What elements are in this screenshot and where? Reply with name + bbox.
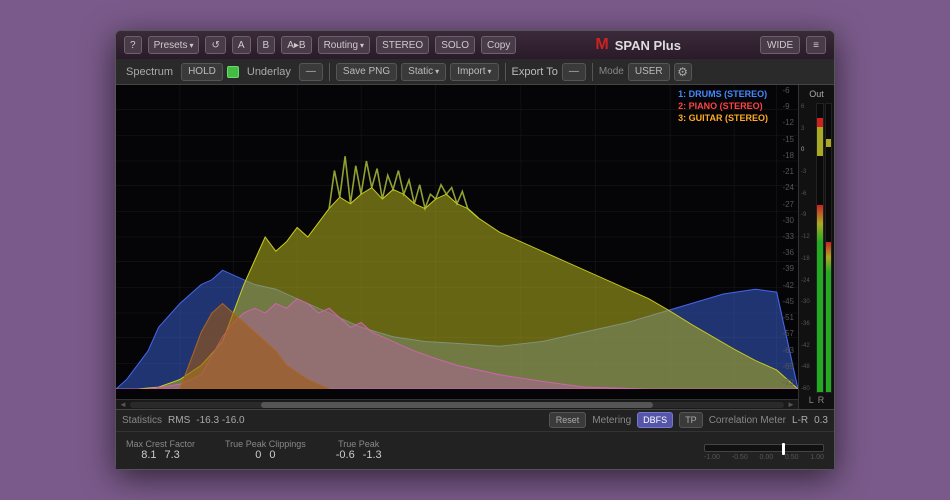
ab-button[interactable]: A▸B [281, 36, 311, 54]
reset-button[interactable]: Reset [549, 412, 587, 428]
copy-button[interactable]: Copy [481, 36, 516, 54]
scroll-thumb[interactable] [261, 402, 653, 408]
metering-label: Metering [592, 415, 631, 426]
dash-button[interactable]: — [299, 63, 323, 81]
spectrum-area[interactable]: 1: DRUMS (STEREO) 2: PIANO (STEREO) 3: G… [116, 85, 798, 409]
plugin-title: SPAN Plus [615, 38, 681, 53]
underlay-indicator[interactable] [227, 66, 239, 78]
wide-button[interactable]: WIDE [760, 36, 800, 54]
presets-button[interactable]: Presets ▾ [148, 36, 200, 54]
import-button[interactable]: Import ▾ [450, 63, 498, 81]
lr-labels: L R [809, 395, 825, 405]
bottom-bar: Statistics RMS -16.3 -16.0 Reset Meterin… [116, 409, 834, 469]
legend-item-piano: 2: PIANO (STEREO) [678, 101, 768, 111]
crest-v2: 7.3 [165, 449, 180, 461]
gear-button[interactable]: ⚙ [674, 63, 692, 81]
plugin-window: ? Presets ▾ ↺ A B A▸B Routing ▾ STEREO S… [115, 30, 835, 470]
mode-label: Mode [599, 66, 624, 77]
lr-label-bottom: L-R [792, 415, 808, 426]
refresh-button[interactable]: ↺ [205, 36, 225, 54]
true-peak-clippings-stat: True Peak Clippings 0 0 [225, 439, 306, 461]
out-meter: Out 6 3 0 -3 -6 -9 -12 -18 -24 -3 [798, 85, 834, 409]
spectrum-label: Spectrum [122, 66, 177, 78]
underlay-label: Underlay [243, 66, 295, 78]
hold-button[interactable]: HOLD [181, 63, 223, 81]
scroll-right-arrow[interactable]: ► [786, 401, 796, 409]
separator-2 [505, 63, 506, 81]
logo-icon: M [595, 36, 608, 54]
clip-v2: 0 [269, 449, 275, 461]
spectrum-toolbar: Spectrum HOLD Underlay — Save PNG Static… [116, 59, 834, 85]
separator-1 [329, 63, 330, 81]
clip-v1: 0 [255, 449, 261, 461]
legend-item-drums: 1: DRUMS (STEREO) [678, 89, 768, 99]
l-label: L [809, 395, 814, 405]
title-bar-left: ? Presets ▾ ↺ A B A▸B Routing ▾ STEREO S… [124, 36, 516, 54]
tp-button[interactable]: TP [679, 412, 703, 428]
a-button[interactable]: A [232, 36, 251, 54]
main-area: 1: DRUMS (STEREO) 2: PIANO (STEREO) 3: G… [116, 85, 834, 409]
correlation-meter: -1.00 -0.50 0.00 0.50 1.00 [704, 440, 824, 461]
solo-button[interactable]: SOLO [435, 36, 475, 54]
scrollbar-area[interactable]: ◄ ► [116, 399, 798, 409]
separator-3 [592, 63, 593, 81]
legend-item-guitar: 3: GUITAR (STEREO) [678, 113, 768, 123]
r-label: R [818, 395, 825, 405]
save-png-button[interactable]: Save PNG [336, 63, 397, 81]
corr-meter-bar [704, 444, 824, 452]
b-button[interactable]: B [257, 36, 276, 54]
help-button[interactable]: ? [124, 36, 142, 54]
static-button[interactable]: Static ▾ [401, 63, 446, 81]
export-dash-button[interactable]: — [562, 63, 586, 81]
menu-button[interactable]: ≡ [806, 36, 826, 54]
scroll-track[interactable] [130, 402, 784, 408]
out-label: Out [809, 89, 824, 99]
routing-button[interactable]: Routing ▾ [318, 36, 370, 54]
crest-factor-stat: Max Crest Factor 8.1 7.3 [126, 439, 195, 461]
spectrum-svg [116, 85, 798, 389]
correlation-label: Correlation Meter [709, 415, 786, 426]
bottom-stats-row: Max Crest Factor 8.1 7.3 True Peak Clipp… [116, 432, 834, 469]
statistics-label: Statistics [122, 415, 162, 426]
crest-v1: 8.1 [141, 449, 156, 461]
rms-label: RMS [168, 415, 190, 426]
user-button[interactable]: USER [628, 63, 670, 81]
corr-value: 0.3 [814, 415, 828, 426]
title-bar-right: WIDE ≡ [760, 36, 826, 54]
scroll-left-arrow[interactable]: ◄ [118, 401, 128, 409]
corr-indicator [782, 443, 785, 455]
stereo-button[interactable]: STEREO [376, 36, 429, 54]
export-to-label: Export To [512, 66, 558, 78]
title-center: M SPAN Plus [595, 36, 681, 54]
db-labels: -6 -9 -12 -15 -18 -21 -24 -27 -30 -33 -3… [782, 85, 794, 389]
peak-v2: -1.3 [363, 449, 382, 461]
legend: 1: DRUMS (STEREO) 2: PIANO (STEREO) 3: G… [678, 89, 768, 123]
dbfs-button[interactable]: DBFS [637, 412, 673, 428]
peak-v1: -0.6 [336, 449, 355, 461]
title-bar: ? Presets ▾ ↺ A B A▸B Routing ▾ STEREO S… [116, 31, 834, 59]
true-peak-stat: True Peak -0.6 -1.3 [336, 439, 382, 461]
bottom-top-row: Statistics RMS -16.3 -16.0 Reset Meterin… [116, 410, 834, 432]
rms-values: -16.3 -16.0 [196, 415, 244, 426]
